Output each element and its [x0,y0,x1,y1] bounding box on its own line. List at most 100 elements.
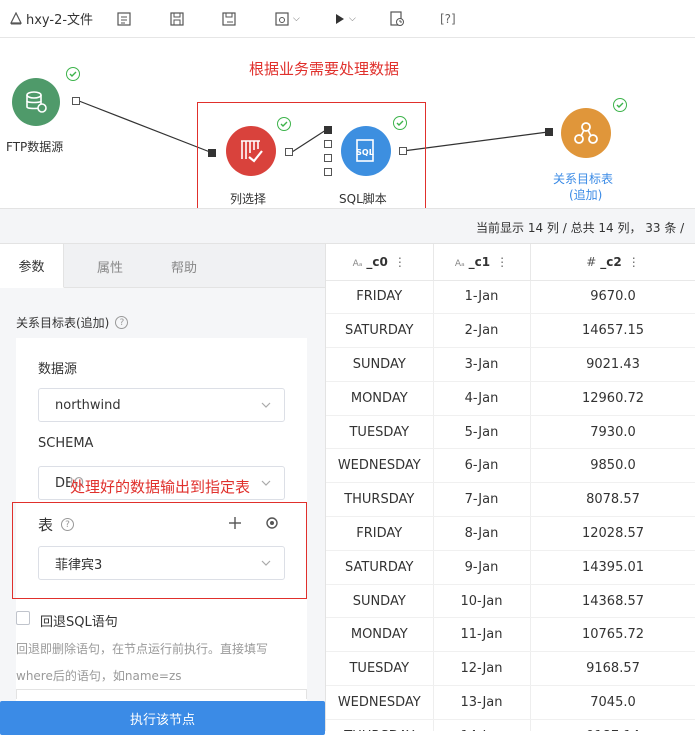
table-row[interactable]: WEDNESDAY 13-Jan 7045.0 [326,685,695,720]
file-name-tab[interactable]: hxy-2-文件 [10,9,93,28]
table-row[interactable]: THURSDAY 7-Jan 8078.57 [326,482,695,518]
table-cell: WEDNESDAY [326,448,434,484]
table-row[interactable]: SATURDAY 2-Jan 14657.15 [326,313,695,349]
workflow-canvas[interactable]: 根据业务需要处理数据 FTP数据源 列选择 SQL SQL脚本 关系目标表 (追… [0,38,695,212]
node-label: 列选择 [230,192,267,206]
table-cell: MONDAY [326,617,434,653]
table-row[interactable]: FRIDAY 1-Jan 9670.0 [326,280,695,315]
table-cell: 9670.0 [530,280,695,315]
settings-dropdown-button[interactable]: ⌵ [274,8,300,30]
section-title: 关系目标表(追加) ? [16,314,129,331]
schedule-button[interactable] [389,8,405,30]
table-cell: 1-Jan [433,280,531,315]
datasource-select[interactable]: northwind [38,388,285,422]
input-port[interactable] [545,128,553,136]
tab-help[interactable]: 帮助 [152,244,216,288]
output-port[interactable] [399,147,407,155]
highlight-box [12,502,307,599]
node-sql-script[interactable]: SQL SQL脚本 [339,126,391,206]
success-check-icon [613,98,627,112]
table-cell: 12960.72 [530,381,695,416]
table-cell: 14395.01 [530,550,695,585]
table-cell: TUESDAY [326,651,434,687]
input-port[interactable] [324,154,332,162]
help-button[interactable]: [?] [440,8,456,30]
table-row[interactable]: TUESDAY 5-Jan 7930.0 [326,415,695,450]
run-dropdown-button[interactable]: ⌵ [334,8,356,30]
table-row[interactable]: WEDNESDAY 6-Jan 9850.0 [326,448,695,484]
rollback-sql-label: 回退SQL语句 [40,615,118,630]
node-ftp-source[interactable]: FTP数据源 [6,78,63,154]
data-preview-table: Aₐ _c0 ⋮ Aₐ _c1 ⋮ # _c2 ⋮ FRIDAY 1-Jan 9670.0 SAT… [325,244,695,731]
table-cell: 7930.0 [530,415,695,450]
table-row[interactable]: SUNDAY 3-Jan 9021.43 [326,347,695,382]
rollback-note-line1: 回退即删除语句，在节点运行前执行。直接填写 [16,642,269,656]
table-cell: 9-Jan [433,550,531,585]
table-cell: 4-Jan [433,381,531,416]
output-port[interactable] [72,97,80,105]
table-cell: 9850.0 [530,448,695,484]
tab-parameters[interactable]: 参数 [0,244,64,288]
schema-label: SCHEMA [38,436,94,451]
table-row[interactable]: FRIDAY 8-Jan 12028.57 [326,516,695,551]
table-cell: 6-Jan [433,448,531,484]
help-icon[interactable]: ? [115,316,129,329]
file-icon [10,12,22,25]
table-cell: MONDAY [326,381,434,416]
output-port[interactable] [285,148,293,156]
table-cell: 13-Jan [433,685,531,720]
table-row[interactable]: MONDAY 11-Jan 10765.72 [326,617,695,653]
table-cell: 14368.57 [530,584,695,619]
section-title-label: 关系目标表(追加) [16,316,110,330]
table-row[interactable]: SUNDAY 10-Jan 14368.57 [326,584,695,619]
table-cell: 10-Jan [433,584,531,619]
column-menu-icon[interactable]: ⋮ [496,255,508,269]
data-status-bar: 当前显示 14 列 / 总共 14 列， 33 条 / [0,208,695,244]
sql-script-icon: SQL [341,126,391,176]
input-port[interactable] [208,149,216,157]
table-row[interactable]: TUESDAY 12-Jan 9168.57 [326,651,695,687]
table-cell: 7-Jan [433,482,531,518]
annotation-output-table: 处理好的数据输出到指定表 [70,476,251,497]
table-row[interactable]: THURSDAY14-Jan9187.14 [326,719,695,731]
table-row[interactable]: SATURDAY 9-Jan 14395.01 [326,550,695,585]
save-as-button[interactable] [221,8,237,30]
input-port[interactable] [324,140,332,148]
schedule-doc-icon [390,11,404,26]
svg-text:SQL: SQL [356,148,374,157]
table-cell: SUNDAY [326,584,434,619]
list-doc-icon [117,12,131,26]
tab-properties[interactable]: 属性 [78,244,142,288]
file-name-label: hxy-2-文件 [26,13,94,28]
string-type-icon: Aₐ [352,258,363,269]
input-port[interactable] [324,168,332,176]
rollback-sql-textarea[interactable] [16,689,307,699]
table-cell: 7045.0 [530,685,695,720]
table-row[interactable]: MONDAY 4-Jan 12960.72 [326,381,695,416]
save-button[interactable] [169,8,185,30]
chevron-down-icon [261,480,271,486]
input-port[interactable] [324,126,332,134]
node-column-select[interactable]: 列选择 [226,126,276,206]
node-relational-target[interactable]: 关系目标表 (追加) [553,108,613,202]
settings-doc-icon [275,12,289,26]
play-icon [336,14,344,24]
rollback-sql-checkbox[interactable] [16,611,30,625]
column-menu-icon[interactable]: ⋮ [394,255,406,269]
table-cell: WEDNESDAY [326,685,434,720]
table-cell: 10765.72 [530,617,695,653]
run-node-button[interactable]: 执行该节点 [0,701,325,735]
table-cell: FRIDAY [326,516,434,551]
node-sublabel: (追加) [569,188,603,202]
config-tabs: 参数 属性 帮助 [0,244,325,288]
table-cell: 12028.57 [530,516,695,551]
column-header[interactable]: Aₐ _c1 ⋮ [433,244,531,281]
column-menu-icon[interactable]: ⋮ [628,255,640,269]
table-cell: SATURDAY [326,550,434,585]
table-cell: TUESDAY [326,415,434,450]
toolbar: hxy-2-文件 ⌵ ⌵ [?] [0,0,695,38]
properties-button[interactable] [116,8,132,30]
column-header[interactable]: Aₐ _c0 ⋮ [326,244,434,281]
column-header[interactable]: # _c2 ⋮ [530,244,695,281]
table-cell: 2-Jan [433,313,531,349]
